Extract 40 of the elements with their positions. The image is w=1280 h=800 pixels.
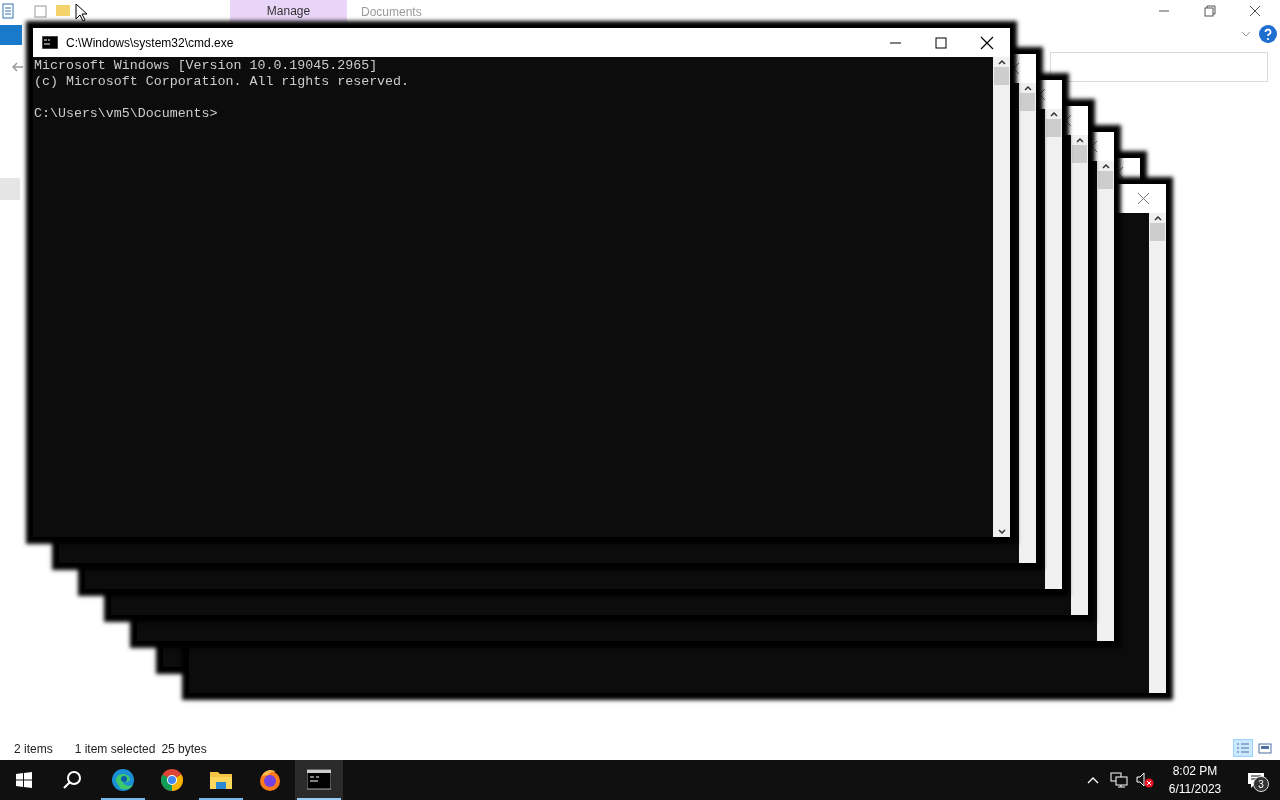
scroll-down-icon[interactable]	[996, 527, 1007, 537]
scroll-thumb[interactable]	[994, 67, 1009, 85]
network-icon	[1110, 772, 1128, 788]
large-icons-view-icon	[1258, 742, 1272, 754]
search-field[interactable]	[1050, 52, 1268, 82]
console-line: (c) Microsoft Corporation. All rights reserved.	[34, 74, 411, 90]
clock[interactable]: 8:02 PM 6/11/2023	[1158, 760, 1232, 800]
list-row-highlight	[0, 178, 20, 200]
edge-icon	[111, 768, 135, 792]
maximize-icon	[934, 35, 948, 50]
command-prompt: C:\Users\vm5\Documents>	[34, 106, 219, 122]
windows-logo-icon	[16, 772, 32, 788]
file-size: 25 bytes	[161, 741, 207, 758]
selection-status: 1 item selected	[74, 741, 156, 758]
console-icon	[42, 36, 58, 49]
restore-icon	[1201, 5, 1217, 17]
fox-globe-icon	[258, 768, 282, 792]
search-icon	[62, 770, 82, 790]
console-line: Microsoft Windows [Version 10.0.19045.2965]	[34, 58, 379, 74]
terminal-icon	[307, 768, 331, 792]
chevron-icon[interactable]	[1241, 31, 1251, 37]
item-count: 2 items	[14, 741, 53, 758]
help-icon[interactable]	[1259, 25, 1277, 43]
window-title: C:\Windows\system32\cmd.exe	[65, 34, 235, 52]
chrome-icon	[160, 768, 184, 792]
notifications-button[interactable]: 3	[1232, 760, 1280, 800]
scroll-up-icon[interactable]	[996, 57, 1007, 67]
caret-up-icon	[1087, 776, 1099, 784]
minimize-icon	[889, 41, 901, 44]
taskbar-app-button[interactable]	[295, 760, 343, 800]
scrollbar[interactable]	[993, 57, 1010, 537]
mouse-cursor-icon	[75, 3, 87, 22]
close-icon	[1247, 5, 1263, 17]
clock-time: 8:02 PM	[1172, 763, 1218, 780]
window-title: Documents	[361, 4, 422, 21]
close-icon	[980, 35, 994, 50]
ribbon-tab[interactable]: Manage	[230, 0, 347, 22]
details-view-icon	[1236, 742, 1250, 754]
back-arrow-icon[interactable]	[12, 62, 24, 72]
clock-date: 6/11/2023	[1168, 781, 1222, 798]
